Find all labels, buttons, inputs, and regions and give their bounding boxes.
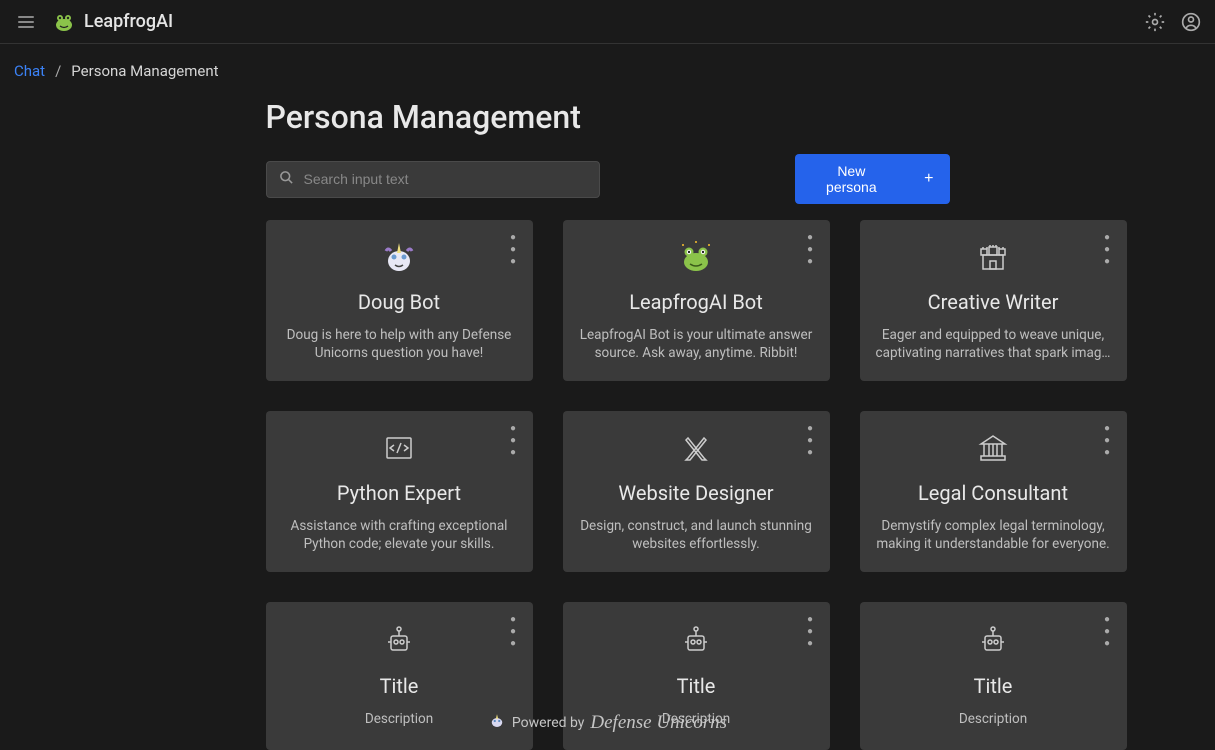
design-tools-icon (676, 429, 716, 467)
search-icon (279, 170, 294, 189)
persona-card-leapfrog-bot[interactable]: ●●● LeapfrogAI Bot LeapfrogAI Bot i (563, 220, 830, 381)
footer-powered-by: Powered by (512, 715, 585, 731)
unicorn-icon (379, 238, 419, 276)
card-description: LeapfrogAI Bot is your ultimate answer s… (579, 326, 814, 361)
card-title: Title (974, 674, 1013, 698)
card-menu-icon[interactable]: ●●● (1102, 232, 1113, 272)
card-title: Doug Bot (358, 290, 440, 314)
card-description: Eager and equipped to weave unique, capt… (876, 326, 1111, 361)
card-title: Title (380, 674, 419, 698)
header-right (1145, 12, 1201, 32)
footer: Powered by Defense Unicorns (0, 712, 1215, 734)
card-menu-icon[interactable]: ●●● (1102, 423, 1113, 463)
card-description: Design, construct, and launch stunning w… (579, 517, 814, 552)
robot-icon (973, 620, 1013, 660)
card-menu-icon[interactable]: ●●● (805, 232, 816, 272)
card-title: LeapfrogAI Bot (629, 290, 763, 314)
persona-card-website-designer[interactable]: ●●● Website Designer Design, construct, … (563, 411, 830, 572)
plus-icon: + (924, 170, 933, 188)
new-persona-button[interactable]: New persona + (795, 154, 950, 204)
card-menu-icon[interactable]: ●●● (805, 423, 816, 463)
card-title: Website Designer (618, 481, 773, 505)
legal-building-icon (973, 429, 1013, 467)
card-menu-icon[interactable]: ●●● (1102, 614, 1113, 654)
persona-card-doug-bot[interactable]: ●●● Doug Bot Doug is here to help with a… (266, 220, 533, 381)
card-title: Title (677, 674, 716, 698)
card-title: Python Expert (337, 481, 461, 505)
card-menu-icon[interactable]: ●●● (508, 232, 519, 272)
settings-gear-icon[interactable] (1145, 12, 1165, 32)
castle-icon (973, 238, 1013, 276)
card-menu-icon[interactable]: ●●● (805, 614, 816, 654)
breadcrumb-current: Persona Management (71, 62, 218, 80)
frog-icon (676, 238, 716, 276)
card-title: Legal Consultant (918, 481, 1068, 505)
card-description: Doug is here to help with any Defense Un… (282, 326, 517, 361)
page-title: Persona Management (266, 98, 950, 136)
main-content: Persona Management New persona + ●●● (88, 98, 1128, 750)
breadcrumb-chat-link[interactable]: Chat (14, 62, 45, 80)
persona-card-python-expert[interactable]: ●●● Python Expert Assistance with crafti… (266, 411, 533, 572)
app-header: LeapfrogAI (0, 0, 1215, 44)
toolbar: New persona + (266, 154, 950, 204)
robot-icon (676, 620, 716, 660)
card-menu-icon[interactable]: ●●● (508, 423, 519, 463)
footer-brand: Defense Unicorns (590, 712, 727, 734)
hamburger-menu-icon[interactable] (14, 12, 38, 32)
breadcrumb: Chat / Persona Management (0, 44, 1215, 98)
search-input[interactable] (304, 171, 587, 187)
new-persona-label: New persona (811, 163, 893, 195)
persona-cards-grid: ●●● Doug Bot Doug is here to help with a… (266, 220, 950, 750)
robot-icon (379, 620, 419, 660)
persona-card-creative-writer[interactable]: ●●● Creative Writer Eager and equipped t… (860, 220, 1127, 381)
persona-card-legal-consultant[interactable]: ●●● Legal Consultant Demystify complex l… (860, 411, 1127, 572)
search-box[interactable] (266, 161, 600, 198)
logo-text: LeapfrogAI (84, 11, 173, 32)
card-description: Assistance with crafting exceptional Pyt… (282, 517, 517, 552)
frog-logo-icon (50, 8, 78, 36)
card-menu-icon[interactable]: ●●● (508, 614, 519, 654)
card-description: Demystify complex legal terminology, mak… (876, 517, 1111, 552)
app-logo[interactable]: LeapfrogAI (50, 8, 173, 36)
card-title: Creative Writer (928, 290, 1059, 314)
breadcrumb-separator: / (55, 62, 61, 80)
footer-unicorn-icon (488, 712, 506, 734)
user-account-icon[interactable] (1181, 12, 1201, 32)
header-left: LeapfrogAI (14, 8, 173, 36)
code-icon (379, 429, 419, 467)
